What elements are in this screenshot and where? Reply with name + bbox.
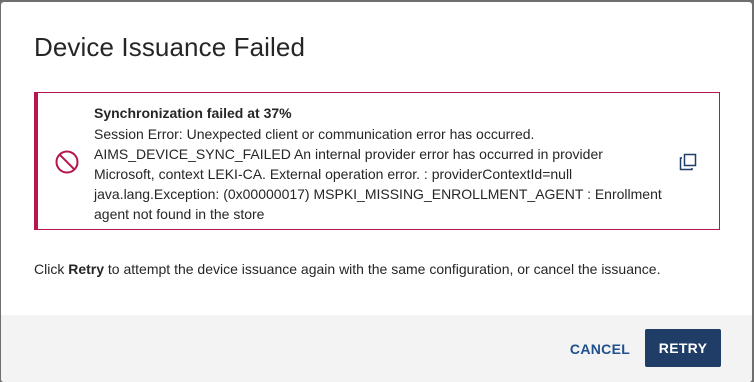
dialog-title: Device Issuance Failed: [34, 32, 305, 62]
alert-line: AIMS_DEVICE_SYNC_FAILED An internal prov…: [94, 146, 603, 162]
alert-heading: Synchronization failed at 37%: [94, 105, 292, 121]
instruction-emphasis: Retry: [68, 261, 105, 277]
dialog-footer: CANCEL RETRY: [1, 315, 752, 382]
retry-button[interactable]: RETRY: [645, 329, 721, 367]
alert-line: agent not found in the store: [94, 206, 265, 222]
copy-icon[interactable]: [679, 153, 697, 171]
error-dialog: Device Issuance Failed Synchronization f…: [1, 2, 752, 382]
instruction-text: Click Retry to attempt the device issuan…: [34, 261, 660, 277]
cancel-button[interactable]: CANCEL: [559, 331, 641, 367]
instruction-prefix: Click: [34, 261, 69, 277]
prohibited-icon: [54, 149, 80, 175]
alert-line: Session Error: Unexpected client or comm…: [94, 126, 535, 142]
instruction-suffix: to attempt the device issuance again wit…: [104, 261, 661, 277]
alert-line: java.lang.Exception: (0x00000017) MSPKI_…: [94, 186, 662, 202]
alert-line: Microsoft, context LEKI-CA. External ope…: [94, 166, 573, 182]
alert-message: Synchronization failed at 37% Session Er…: [94, 104, 674, 224]
error-alert: Synchronization failed at 37% Session Er…: [34, 92, 720, 230]
